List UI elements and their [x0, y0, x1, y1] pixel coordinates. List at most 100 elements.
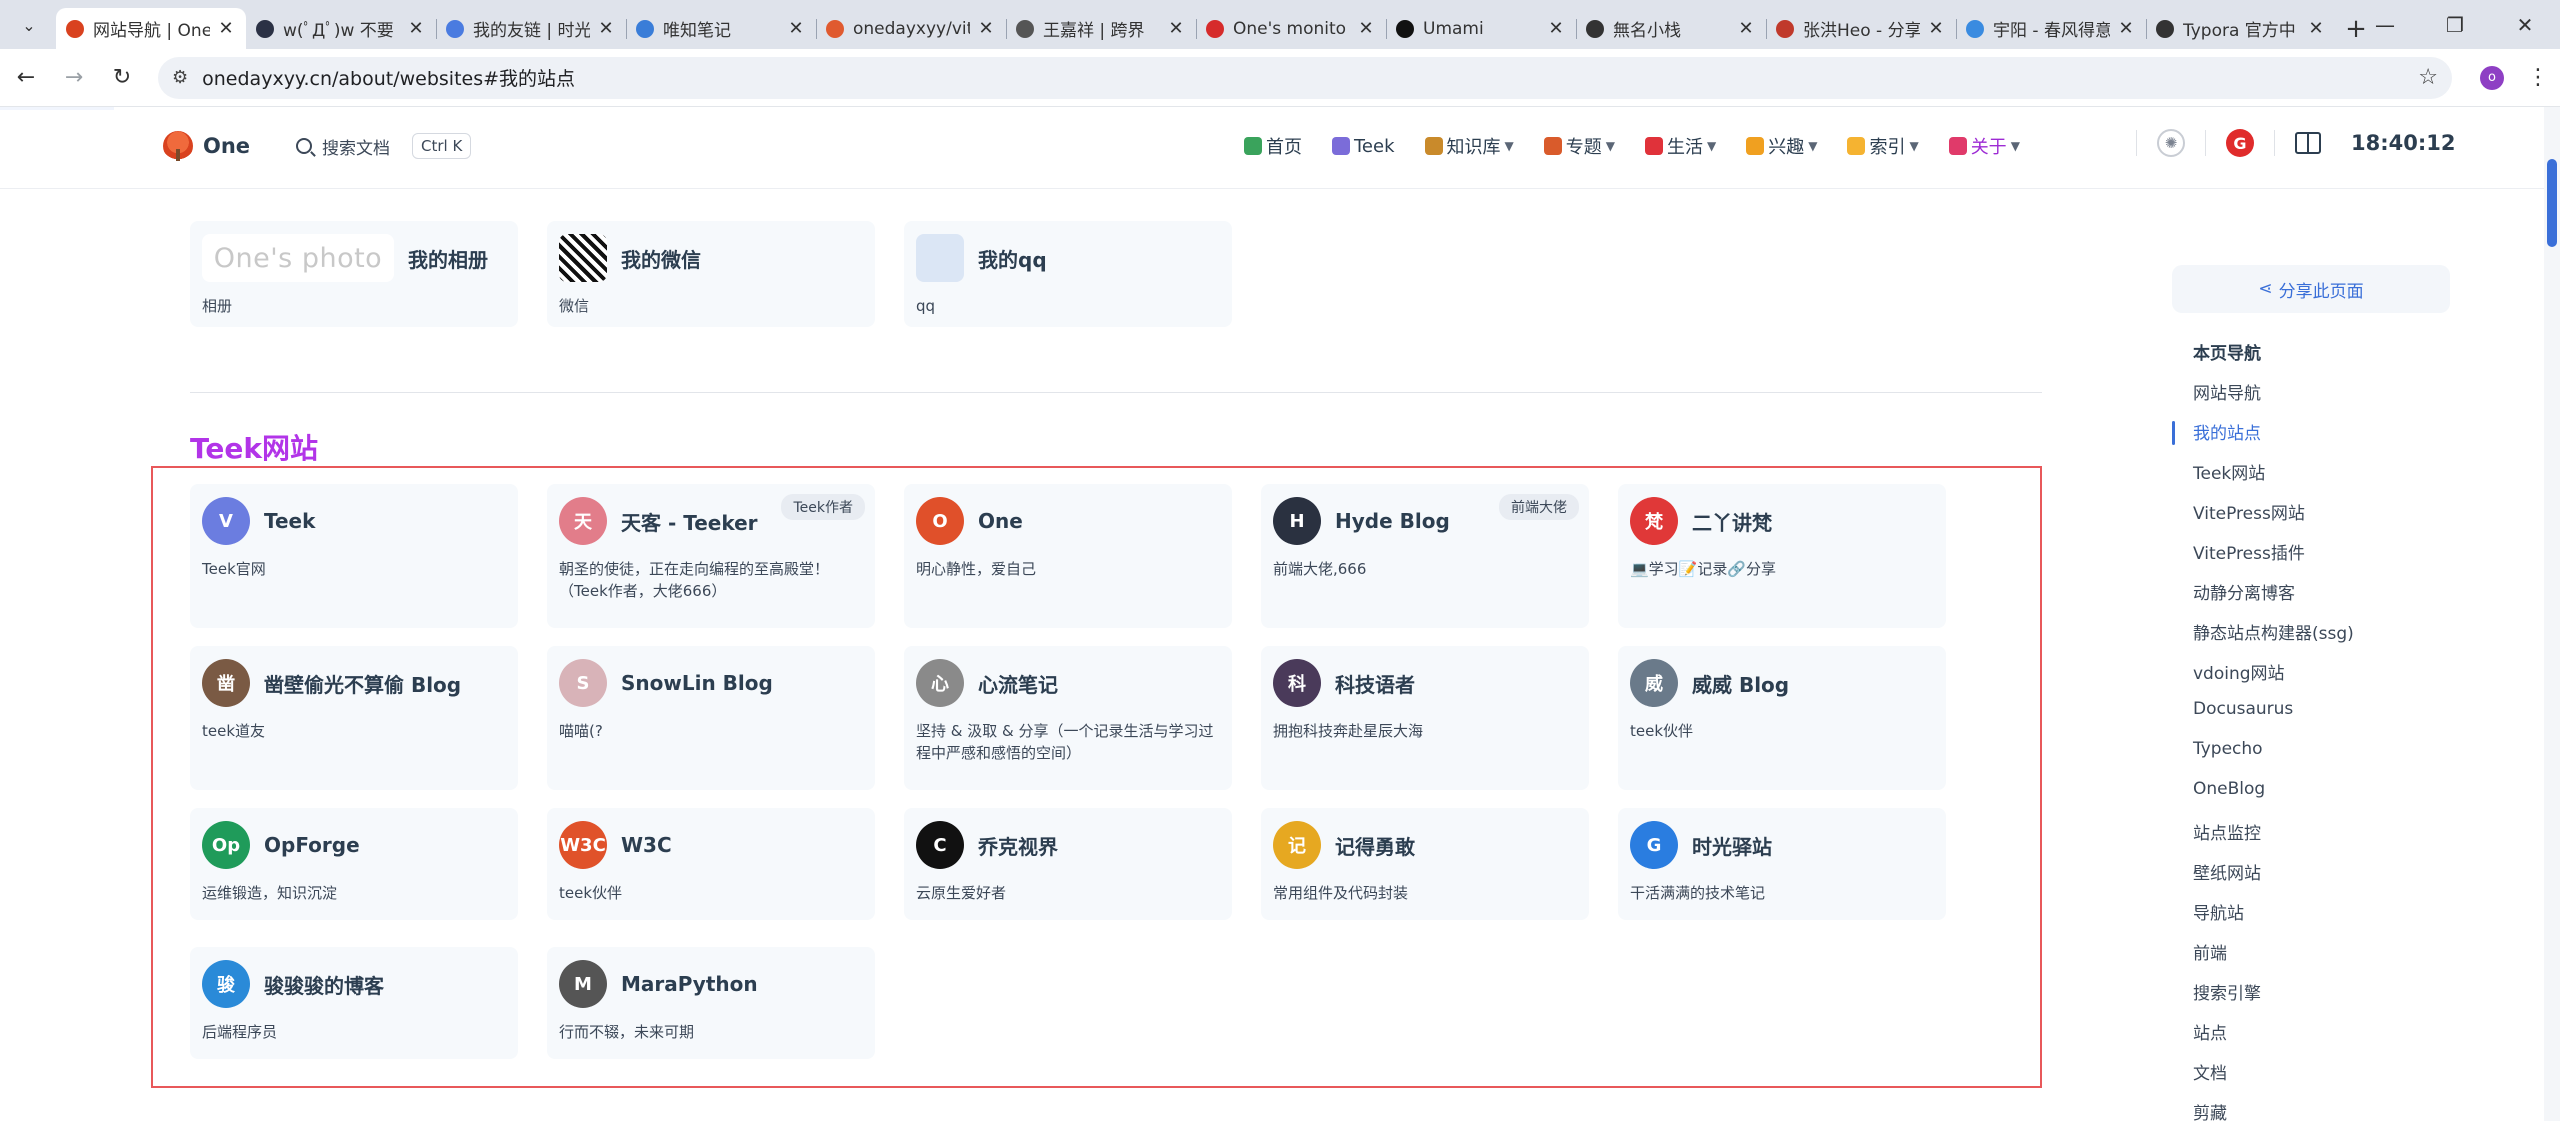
bookmark-star-icon[interactable]: ☆	[2418, 65, 2438, 90]
nav-item[interactable]: Teek	[1332, 136, 1395, 157]
minimize-button[interactable]: —	[2350, 0, 2420, 49]
address-bar[interactable]: ⚙ onedayxyy.cn/about/websites#我的站点 ☆	[158, 56, 2452, 99]
browser-tab[interactable]: onedayxyy/vit ✕	[816, 8, 1006, 49]
back-button[interactable]: ←	[4, 56, 48, 100]
browser-tab[interactable]: 宇阳 - 春风得意 ✕	[1956, 8, 2146, 49]
browser-tab[interactable]: 唯知笔记 ✕	[626, 8, 816, 49]
forward-button[interactable]: →	[52, 56, 96, 100]
site-card[interactable]: H Hyde Blog 前端大佬,666 前端大佬	[1261, 484, 1589, 628]
site-card[interactable]: 天天客 - Teeker 朝圣的使徒，正在走向编程的至高殿堂！（Teek作者，大佬…	[547, 484, 875, 628]
site-card[interactable]: 心心流笔记 坚持 & 汲取 & 分享（一个记录生活与学习过程中严感和感悟的空间）	[904, 646, 1232, 790]
tab-close-icon[interactable]: ✕	[596, 18, 616, 39]
nav-item[interactable]: 兴趣 ▼	[1746, 133, 1817, 159]
toc-item[interactable]: 静态站点构建器(ssg)	[2193, 619, 2354, 659]
browser-tab[interactable]: 网站导航 | One ✕	[56, 8, 246, 49]
site-card[interactable]: 我的qq qq	[904, 221, 1232, 327]
page-scrollbar[interactable]	[2544, 107, 2560, 1121]
doc-search-button[interactable]: 搜索文档 Ctrl K	[296, 133, 472, 159]
browser-tab[interactable]: 無名小栈 ✕	[1576, 8, 1766, 49]
site-card[interactable]: One's photo 我的相册 相册	[190, 221, 518, 327]
browser-tab-bar: ⌄ 网站导航 | One ✕ w(ﾟДﾟ)w 不要 ✕ 我的友链 | 时光 ✕ 唯知笔记 ✕ o…	[0, 0, 2560, 49]
site-card[interactable]: 科科技语者 拥抱科技奔赴星辰大海	[1261, 646, 1589, 790]
toc-item[interactable]: Teek网站	[2193, 459, 2354, 499]
tab-close-icon[interactable]: ✕	[1356, 18, 1376, 39]
github-badge-icon[interactable]: G	[2226, 129, 2254, 157]
tab-close-icon[interactable]: ✕	[1166, 18, 1186, 39]
tab-close-icon[interactable]: ✕	[1926, 18, 1946, 39]
browser-tab[interactable]: Umami ✕	[1386, 8, 1576, 49]
site-card[interactable]: G 时光驿站 干活满满的技术笔记	[1618, 808, 1946, 920]
toc-item[interactable]: vdoing网站	[2193, 659, 2354, 699]
toc-item[interactable]: 站点监控	[2193, 819, 2354, 859]
browser-tab[interactable]: 王嘉祥 | 跨界 ✕	[1006, 8, 1196, 49]
browser-tab[interactable]: Typora 官方中 ✕	[2146, 8, 2336, 49]
toc-item[interactable]: 我的站点	[2193, 419, 2354, 459]
browser-tab[interactable]: w(ﾟДﾟ)w 不要 ✕	[246, 8, 436, 49]
nav-item[interactable]: 生活 ▼	[1644, 133, 1716, 159]
site-card[interactable]: M MaraPython 行而不辍，未来可期	[547, 947, 875, 1059]
tab-close-icon[interactable]: ✕	[2116, 18, 2136, 39]
tab-close-icon[interactable]: ✕	[976, 18, 996, 39]
site-card[interactable]: 骏骏骏骏的博客 后端程序员	[190, 947, 518, 1059]
site-avatar-icon: H	[1273, 497, 1321, 545]
theme-toggle-icon[interactable]: ✺	[2157, 129, 2185, 157]
toc-item[interactable]: Typecho	[2193, 739, 2354, 779]
site-card[interactable]: O One 明心静性，爱自己	[904, 484, 1232, 628]
site-card[interactable]: S SnowLin Blog 喵喵(?	[547, 646, 875, 790]
toc-item[interactable]: OneBlog	[2193, 779, 2354, 819]
url-text[interactable]: onedayxyy.cn/about/websites#我的站点	[202, 64, 2418, 91]
browser-tab[interactable]: 张洪Heo - 分享 ✕	[1766, 8, 1956, 49]
site-card[interactable]: 凿凿壁偷光不算偷 Blog teek道友	[190, 646, 518, 790]
site-avatar-icon: 梵	[1630, 497, 1678, 545]
toc-item[interactable]: 网站导航	[2193, 379, 2354, 419]
site-card[interactable]: V Teek Teek官网	[190, 484, 518, 628]
tab-close-icon[interactable]: ✕	[786, 18, 806, 39]
site-card[interactable]: 我的微信 微信	[547, 221, 875, 327]
nav-item[interactable]: 专题 ▼	[1543, 133, 1615, 159]
tab-favicon-icon	[1776, 19, 1794, 38]
site-card-desc: 云原生爱好者	[916, 884, 1007, 902]
share-page-button[interactable]: ⋖ 分享此页面	[2172, 265, 2450, 313]
reading-mode-icon[interactable]	[2295, 132, 2321, 154]
tab-close-icon[interactable]: ✕	[406, 18, 426, 39]
nav-item[interactable]: 首页	[1244, 133, 1302, 159]
scrollbar-thumb[interactable]	[2547, 159, 2557, 247]
close-window-button[interactable]: ✕	[2490, 0, 2560, 49]
site-card[interactable]: 记记得勇敢 常用组件及代码封装	[1261, 808, 1589, 920]
toc-item[interactable]: VitePress网站	[2193, 499, 2354, 539]
tab-close-icon[interactable]: ✕	[1736, 18, 1756, 39]
site-card[interactable]: W3C W3C teek伙伴	[547, 808, 875, 920]
reload-button[interactable]: ↻	[100, 56, 144, 100]
toc-item[interactable]: 文档	[2193, 1059, 2354, 1099]
tab-close-icon[interactable]: ✕	[1546, 18, 1566, 39]
site-card[interactable]: 梵二丫讲梵 💻学习📝记录🔗分享	[1618, 484, 1946, 628]
browser-tab[interactable]: 我的友链 | 时光 ✕	[436, 8, 626, 49]
toc-item[interactable]: 剪藏	[2193, 1099, 2354, 1121]
site-logo[interactable]: One	[163, 131, 250, 161]
site-card[interactable]: Op OpForge 运维锻造，知识沉淀	[190, 808, 518, 920]
tab-favicon-icon	[1396, 19, 1414, 38]
site-card[interactable]: C 乔克视界 云原生爱好者	[904, 808, 1232, 920]
toc-item[interactable]: VitePress插件	[2193, 539, 2354, 579]
browser-menu-icon[interactable]: ⋮	[2518, 65, 2558, 90]
toc-item[interactable]: Docusaurus	[2193, 699, 2354, 739]
site-card[interactable]: 威威威 Blog teek伙伴	[1618, 646, 1946, 790]
site-card-title: Teek	[264, 509, 316, 533]
maximize-button[interactable]: ❐	[2420, 0, 2490, 49]
nav-item[interactable]: 知识库 ▼	[1424, 133, 1514, 159]
toc-item[interactable]: 导航站	[2193, 899, 2354, 939]
site-info-icon[interactable]: ⚙	[172, 67, 188, 88]
toc-item[interactable]: 搜索引擎	[2193, 979, 2354, 1019]
tab-search-icon[interactable]: ⌄	[12, 8, 46, 42]
site-card-desc: 运维锻造，知识沉淀	[202, 884, 338, 902]
browser-tab[interactable]: One's monito ✕	[1196, 8, 1386, 49]
toc-item[interactable]: 动静分离博客	[2193, 579, 2354, 619]
toc-item[interactable]: 壁纸网站	[2193, 859, 2354, 899]
tab-close-icon[interactable]: ✕	[216, 18, 236, 39]
profile-avatar[interactable]: o	[2480, 65, 2504, 90]
toc-item[interactable]: 前端	[2193, 939, 2354, 979]
nav-item[interactable]: 关于 ▼	[1948, 133, 2020, 159]
toc-item[interactable]: 站点	[2193, 1019, 2354, 1059]
tab-close-icon[interactable]: ✕	[2306, 18, 2326, 39]
nav-item[interactable]: 索引 ▼	[1847, 133, 1919, 159]
